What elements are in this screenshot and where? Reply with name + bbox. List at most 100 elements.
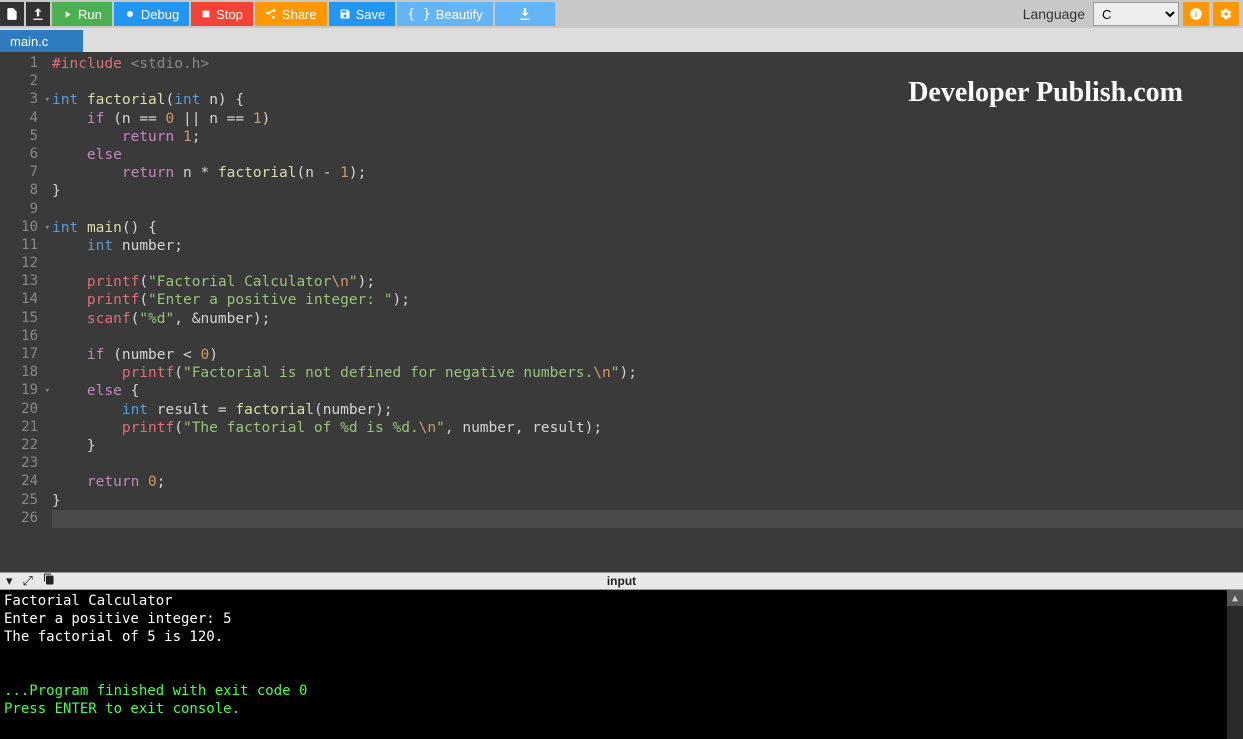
line-number: 6 (0, 146, 52, 164)
tab-filename: main.c (10, 34, 48, 49)
console-line: ...Program finished with exit code 0 (4, 682, 1239, 700)
line-number: 24 (0, 473, 52, 491)
debug-button[interactable]: Debug (114, 2, 189, 26)
language-label: Language (1023, 6, 1085, 22)
run-label: Run (78, 7, 102, 22)
save-icon (339, 8, 351, 20)
console-line: Enter a positive integer: 5 (4, 610, 1239, 628)
share-button[interactable]: Share (255, 2, 327, 26)
line-number: 11 (0, 237, 52, 255)
line-number: 17 (0, 346, 52, 364)
upload-button[interactable] (26, 2, 50, 26)
share-label: Share (282, 7, 317, 22)
code-line[interactable]: return 1; (52, 128, 1243, 146)
beautify-label: Beautify (436, 7, 483, 22)
code-line[interactable]: int result = factorial(number); (52, 401, 1243, 419)
code-editor[interactable]: 123▾45678910▾111213141516171819▾20212223… (0, 52, 1243, 572)
share-icon (265, 8, 277, 20)
console-header: ▾ ⤢ input (0, 572, 1243, 590)
info-button[interactable]: i (1183, 2, 1209, 26)
console-copy-icon[interactable] (43, 573, 55, 589)
line-number: 12 (0, 255, 52, 273)
console-line: Factorial Calculator (4, 592, 1239, 610)
line-number: 14 (0, 291, 52, 309)
code-line[interactable]: int main() { (52, 219, 1243, 237)
line-number: 19▾ (0, 382, 52, 400)
download-button[interactable] (495, 2, 555, 26)
console-output[interactable]: Factorial CalculatorEnter a positive int… (0, 590, 1243, 739)
line-number: 23 (0, 455, 52, 473)
language-select[interactable]: C (1093, 2, 1179, 26)
download-icon (518, 7, 532, 21)
info-icon: i (1189, 7, 1203, 21)
console-line (4, 646, 1239, 664)
code-line[interactable]: return 0; (52, 473, 1243, 491)
stop-label: Stop (216, 7, 243, 22)
code-line[interactable] (52, 73, 1243, 91)
line-number: 2 (0, 73, 52, 91)
code-line[interactable]: int number; (52, 237, 1243, 255)
console-line: Press ENTER to exit console. (4, 700, 1239, 718)
line-number: 7 (0, 164, 52, 182)
code-line[interactable] (52, 510, 1243, 528)
code-line[interactable]: #include <stdio.h> (52, 55, 1243, 73)
code-line[interactable]: if (number < 0) (52, 346, 1243, 364)
code-line[interactable]: printf("Factorial is not defined for neg… (52, 364, 1243, 382)
line-number: 3▾ (0, 91, 52, 109)
code-line[interactable]: if (n == 0 || n == 1) (52, 110, 1243, 128)
code-line[interactable]: scanf("%d", &number); (52, 310, 1243, 328)
console-collapse-icon[interactable]: ▾ (6, 573, 13, 589)
line-number: 25 (0, 492, 52, 510)
console-scrollbar[interactable]: ▲ (1227, 590, 1243, 739)
line-number: 18 (0, 364, 52, 382)
save-button[interactable]: Save (329, 2, 396, 26)
gear-icon (1219, 7, 1233, 21)
console-line (4, 664, 1239, 682)
stop-button[interactable]: Stop (191, 2, 253, 26)
code-line[interactable] (52, 455, 1243, 473)
console-expand-icon[interactable]: ⤢ (23, 573, 33, 589)
code-line[interactable]: printf("Enter a positive integer: "); (52, 291, 1243, 309)
console-line: The factorial of 5 is 120. (4, 628, 1239, 646)
line-number: 21 (0, 419, 52, 437)
line-number: 13 (0, 273, 52, 291)
run-button[interactable]: Run (52, 2, 112, 26)
settings-button[interactable] (1213, 2, 1239, 26)
code-line[interactable]: } (52, 492, 1243, 510)
tab-main-c[interactable]: main.c (0, 30, 83, 52)
line-gutter: 123▾45678910▾111213141516171819▾20212223… (0, 52, 52, 572)
line-number: 26 (0, 510, 52, 528)
code-line[interactable]: printf("The factorial of %d is %d.\n", n… (52, 419, 1243, 437)
line-number: 5 (0, 128, 52, 146)
line-number: 8 (0, 182, 52, 200)
code-line[interactable]: } (52, 182, 1243, 200)
code-line[interactable]: else { (52, 382, 1243, 400)
code-line[interactable] (52, 255, 1243, 273)
line-number: 9 (0, 201, 52, 219)
new-file-button[interactable] (0, 2, 24, 26)
code-line[interactable] (52, 201, 1243, 219)
scroll-up-icon[interactable]: ▲ (1227, 590, 1243, 606)
line-number: 10▾ (0, 219, 52, 237)
code-area[interactable]: Developer Publish.com #include <stdio.h>… (52, 52, 1243, 572)
play-icon (62, 9, 73, 20)
fold-marker-icon[interactable]: ▾ (42, 223, 50, 231)
code-line[interactable]: printf("Factorial Calculator\n"); (52, 273, 1243, 291)
toolbar: Run Debug Stop Share Save { } Beautify L… (0, 0, 1243, 28)
fold-marker-icon[interactable]: ▾ (42, 95, 50, 103)
beautify-button[interactable]: { } Beautify (397, 2, 492, 26)
line-number: 16 (0, 328, 52, 346)
debug-label: Debug (141, 7, 179, 22)
fold-marker-icon[interactable]: ▾ (42, 386, 50, 394)
stop-icon (201, 9, 211, 19)
debug-icon (124, 8, 136, 20)
code-line[interactable]: return n * factorial(n - 1); (52, 164, 1243, 182)
code-line[interactable]: int factorial(int n) { (52, 91, 1243, 109)
code-line[interactable] (52, 328, 1243, 346)
line-number: 1 (0, 55, 52, 73)
braces-icon: { } (407, 7, 430, 22)
svg-text:i: i (1195, 10, 1197, 19)
code-line[interactable]: } (52, 437, 1243, 455)
code-line[interactable]: else (52, 146, 1243, 164)
line-number: 20 (0, 401, 52, 419)
